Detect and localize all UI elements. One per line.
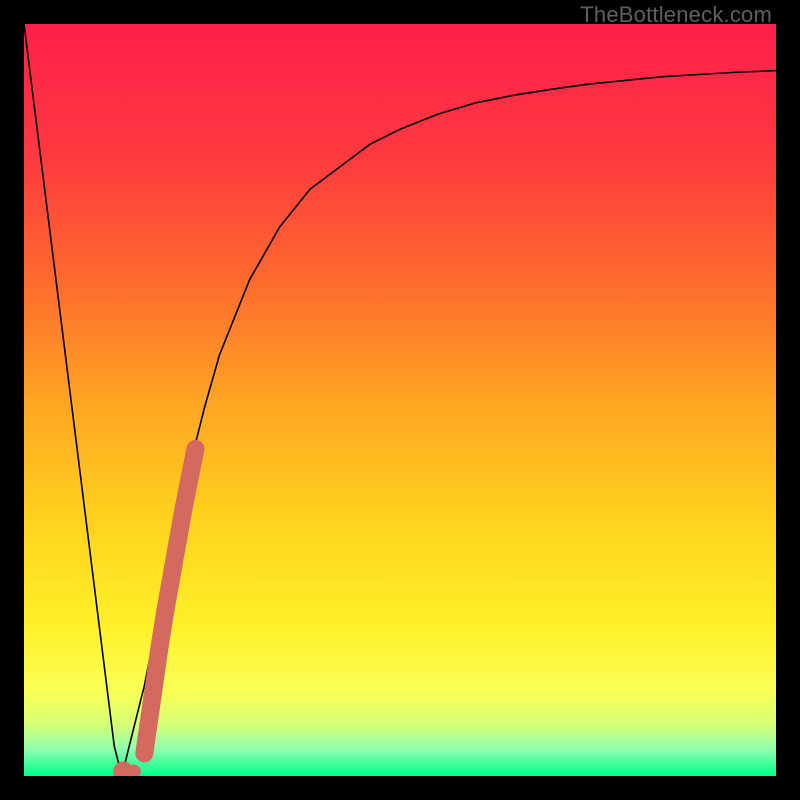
watermark-text: TheBottleneck.com: [580, 2, 772, 28]
chart-frame: [24, 24, 776, 776]
bottleneck-chart: [24, 24, 776, 776]
heat-gradient-bg: [24, 24, 776, 776]
